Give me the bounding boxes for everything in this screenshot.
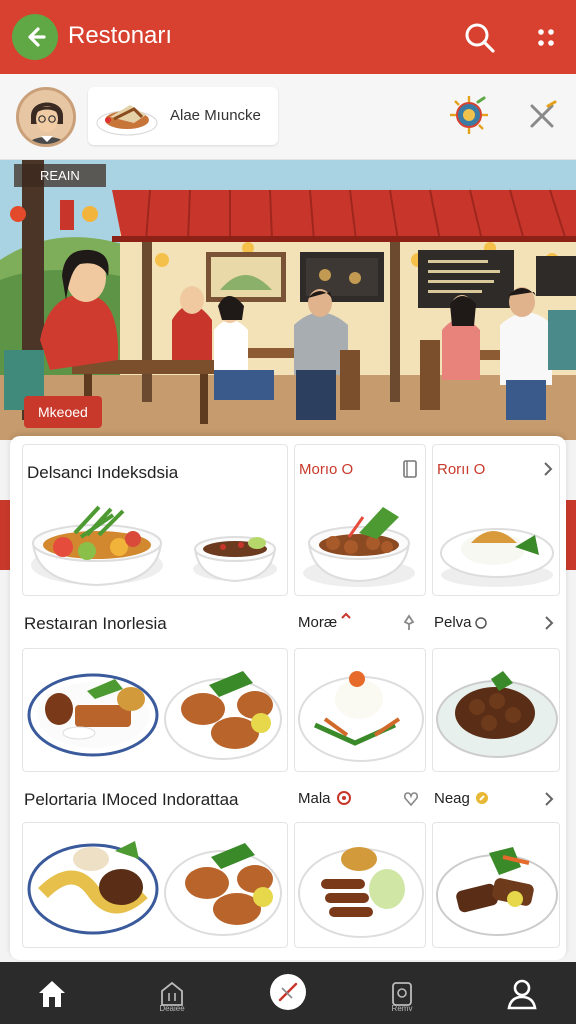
food-image (27, 671, 282, 760)
close-button[interactable] (524, 98, 560, 134)
app-bar: Restonarı (0, 0, 576, 74)
hero-banner[interactable]: RЕΑΙΝ Mkeoed (0, 160, 576, 440)
compass-button[interactable] (448, 94, 490, 136)
heart-icon[interactable] (402, 790, 420, 808)
nav-label: Remv (391, 1004, 413, 1013)
bookmark-icon[interactable] (401, 459, 419, 479)
profile-strip: Alae Mıuncke (0, 74, 576, 160)
user-name: Alae Mıuncke (170, 107, 261, 124)
status-dot-icon (475, 617, 487, 629)
search-icon (465, 23, 495, 53)
restaurant-card-label: Morıo O (299, 461, 354, 478)
restaurant-card-3[interactable]: Rorıı O (432, 444, 560, 596)
hero-tag: RЕΑΙΝ (14, 164, 106, 187)
avatar[interactable] (16, 87, 76, 147)
back-button[interactable] (12, 14, 58, 60)
close-icon (530, 100, 557, 128)
food-image (436, 847, 558, 936)
avatar-image (19, 90, 73, 144)
restaurant-card-title: Delsanci Indeksdsia (27, 463, 179, 482)
restaurant-card-1[interactable]: Delsanci Indeksdsia (22, 444, 288, 596)
chevron-right-icon[interactable] (541, 459, 555, 479)
side-accent-left (0, 500, 10, 570)
restaurant-card-4[interactable] (22, 648, 288, 772)
food-image (298, 847, 424, 938)
nav-restaurant[interactable]: Deaiee (150, 972, 194, 1016)
nav-menu[interactable]: Remv (380, 972, 424, 1016)
section-label-2b: Pelva (434, 614, 472, 631)
restaurant-card-8[interactable] (294, 822, 426, 948)
food-image (440, 528, 554, 587)
section-label-2a: Moræ (298, 614, 338, 631)
search-button[interactable] (462, 20, 498, 56)
alert-icon (337, 791, 351, 805)
restaurant-card-2[interactable]: Morıo O (294, 444, 426, 596)
restaurant-panel: Delsanci Indeksdsia Morıo O Rorıı O Rest… (10, 436, 566, 960)
restaurant-card-5[interactable] (294, 648, 426, 772)
home-icon (39, 981, 65, 1007)
restaurant-card-6[interactable] (432, 648, 560, 772)
food-image (298, 671, 424, 762)
utensils-icon (278, 982, 298, 1002)
nav-profile[interactable] (500, 972, 544, 1016)
section-label-3b: Neag (434, 790, 470, 807)
coin-icon (476, 792, 488, 804)
side-accent-right (566, 500, 576, 570)
section-label-3a: Mala (298, 790, 331, 807)
section-title-3: Pelortaria IMoced Indorattaa (24, 790, 239, 809)
chevron-right-icon[interactable] (542, 614, 556, 632)
back-arrow-icon (28, 27, 46, 47)
nav-label: Deaiee (159, 1004, 185, 1013)
more-dots-icon (538, 29, 554, 46)
food-image (27, 841, 282, 936)
section-title-2: Restaıran Inorlesia (24, 614, 167, 633)
chevron-right-icon[interactable] (542, 790, 556, 808)
food-image (303, 507, 415, 587)
compass-icon (450, 96, 488, 134)
more-button[interactable] (528, 20, 564, 56)
nav-center-button[interactable] (270, 974, 306, 1010)
app-title: Restonarı (68, 22, 173, 49)
sparkle-icon (341, 612, 351, 619)
restaurant-card-9[interactable] (432, 822, 560, 948)
food-image (436, 671, 558, 758)
hero-badge[interactable]: Mkeoed (24, 396, 102, 428)
user-chip[interactable]: Alae Mıuncke (88, 87, 278, 145)
nav-home[interactable] (30, 972, 74, 1016)
restaurant-card-7[interactable] (22, 822, 288, 948)
pin-icon[interactable] (400, 614, 418, 632)
food-image (31, 505, 277, 587)
profile-icon (507, 979, 537, 1010)
restaurant-card-label: Rorıı O (437, 461, 486, 478)
food-thumbnail (96, 105, 158, 136)
